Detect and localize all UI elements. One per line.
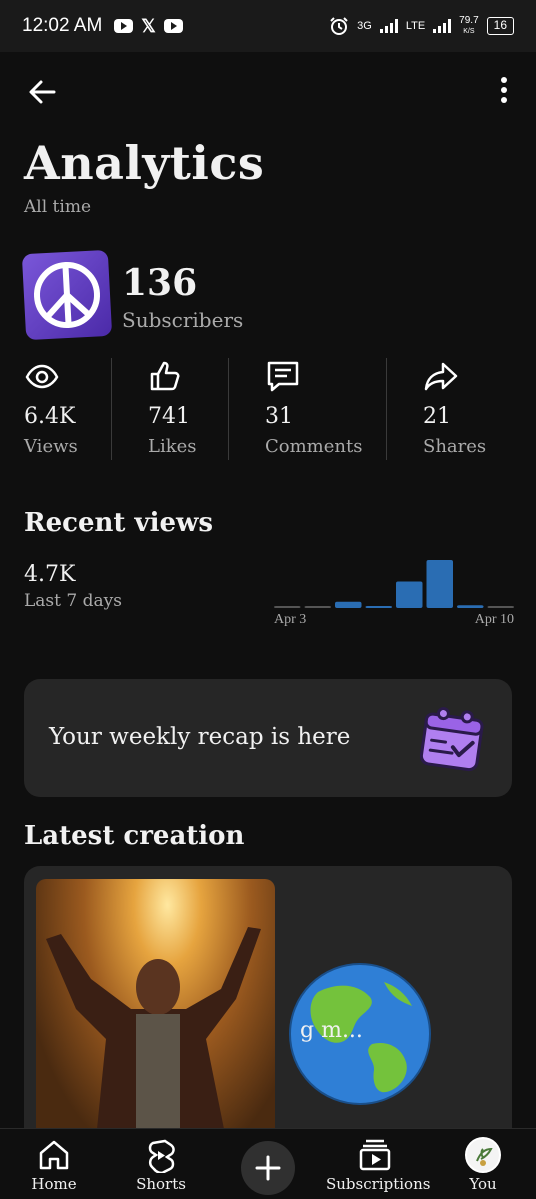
calendar-check-icon	[419, 707, 484, 772]
top-app-bar	[0, 66, 536, 114]
net-speed-value: 79.7	[459, 14, 479, 26]
nav-shorts-label: Shorts	[136, 1175, 186, 1193]
subscriptions-icon	[359, 1139, 391, 1171]
nav-you[interactable]: You	[458, 1129, 508, 1199]
page-title: Analytics	[24, 136, 265, 190]
stat-label: Views	[24, 436, 78, 457]
stat-value: 6.4K	[24, 404, 76, 429]
divider	[386, 358, 387, 460]
status-right: 3G LTE 79.7 K/S 16	[329, 14, 514, 37]
network-lte-label: LTE	[405, 20, 426, 32]
stat-label: Shares	[423, 436, 487, 457]
chart-bar	[304, 606, 331, 608]
weekly-recap-card[interactable]: Your weekly recap is here	[24, 679, 512, 797]
comment-icon	[267, 361, 299, 392]
recap-text: Your weekly recap is here	[49, 724, 351, 750]
channel-avatar	[21, 249, 113, 341]
home-icon	[39, 1140, 69, 1170]
divider	[111, 358, 112, 460]
share-icon	[424, 362, 458, 391]
nav-you-label: You	[469, 1175, 497, 1193]
net-speed-unit: K/S	[463, 27, 475, 35]
signal-icon	[379, 19, 398, 33]
net-speed: 79.7 K/S	[459, 14, 479, 37]
stat-value: 31	[265, 404, 293, 429]
subscriber-count: 136	[122, 262, 198, 304]
video-title[interactable]: g m...	[300, 1018, 363, 1043]
x-icon: 𝕏	[141, 16, 156, 36]
nav-subscriptions[interactable]: Subscriptions	[326, 1129, 431, 1199]
youtube-icon	[114, 19, 134, 33]
recent-views-chart[interactable]: Apr 3 Apr 10	[272, 548, 516, 634]
subscriber-label: Subscribers	[122, 308, 244, 332]
chart-end-label: Apr 10	[475, 612, 514, 627]
alarm-icon	[330, 17, 348, 35]
chart-bar	[365, 606, 392, 608]
youtube-icon	[163, 19, 183, 33]
thumbs-up-icon	[150, 361, 180, 391]
signal-icon	[433, 19, 452, 33]
status-bar: 12:02 AM 𝕏 3G LTE 79.7 K/S 16	[0, 0, 536, 52]
stat-label: Likes	[148, 436, 197, 457]
date-range-label[interactable]: All time	[24, 197, 91, 217]
battery-indicator: 16	[486, 17, 514, 35]
create-button[interactable]	[241, 1141, 295, 1195]
latest-creation-card[interactable]: g m...	[24, 866, 512, 1136]
chart-bar	[426, 560, 453, 608]
plus-icon	[255, 1155, 281, 1181]
chart-bar	[335, 601, 362, 608]
chart-start-label: Apr 3	[274, 612, 306, 627]
recent-views-value: 4.7K	[24, 562, 76, 587]
bottom-navigation: Home Shorts Subscriptions You	[0, 1128, 536, 1199]
chart-bar	[457, 605, 484, 608]
chart-bar	[274, 606, 301, 608]
eye-icon	[25, 364, 59, 389]
network-3g-label: 3G	[357, 20, 372, 32]
video-thumbnail[interactable]	[36, 879, 275, 1136]
stat-value: 741	[148, 404, 190, 429]
profile-logo-icon	[476, 1147, 493, 1166]
nav-home[interactable]: Home	[20, 1129, 88, 1199]
profile-avatar	[465, 1137, 501, 1173]
stat-label: Comments	[265, 436, 363, 457]
man-raising-arms-image	[46, 927, 261, 1136]
stats-row: 6.4K Views 741 Likes 31 Comments 21 Shar…	[0, 356, 536, 462]
back-arrow-icon[interactable]	[22, 70, 62, 110]
nav-shorts[interactable]: Shorts	[126, 1129, 196, 1199]
chart-bar	[487, 606, 514, 608]
nav-home-label: Home	[31, 1175, 77, 1193]
status-time: 12:02 AM	[22, 15, 103, 36]
more-options-icon[interactable]	[492, 74, 516, 106]
peace-sign-icon	[33, 262, 100, 328]
chart-bar	[396, 581, 423, 608]
notification-icons: 𝕏	[114, 17, 183, 35]
divider	[228, 358, 229, 460]
shorts-icon	[148, 1139, 175, 1173]
recent-views-title: Recent views	[24, 508, 214, 538]
recent-views-period: Last 7 days	[24, 591, 122, 611]
nav-subscriptions-label: Subscriptions	[326, 1175, 431, 1193]
stat-value: 21	[423, 404, 451, 429]
latest-creation-title: Latest creation	[24, 821, 245, 851]
